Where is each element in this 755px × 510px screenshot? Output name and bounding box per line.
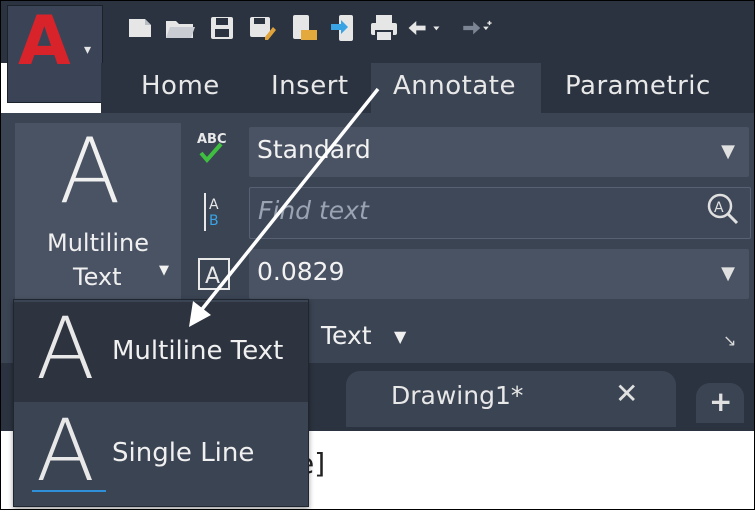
svg-text:A: A bbox=[714, 200, 724, 216]
multiline-text-button[interactable]: A Multiline Text ▼ bbox=[15, 123, 181, 299]
redo-icon[interactable] bbox=[459, 11, 493, 45]
single-line-text-icon: A bbox=[36, 401, 95, 501]
save-as-icon[interactable] bbox=[245, 11, 279, 45]
flyout-item-single-line[interactable]: A Single Line bbox=[14, 404, 308, 504]
new-icon[interactable] bbox=[123, 11, 157, 45]
undo-icon[interactable] bbox=[407, 11, 441, 45]
check-spelling-icon[interactable]: ABC bbox=[191, 125, 241, 175]
plot-icon[interactable] bbox=[367, 11, 401, 45]
drawing-tab-label[interactable]: Drawing1* bbox=[391, 381, 523, 410]
close-icon[interactable]: ✕ bbox=[615, 377, 638, 410]
export-icon[interactable] bbox=[327, 11, 361, 45]
flyout-item-label: Multiline Text bbox=[112, 336, 284, 366]
single-line-underline bbox=[32, 490, 106, 492]
autocad-window: A ▾ Home Insert Annotate Parametric A Mu… bbox=[0, 0, 755, 510]
svg-text:A: A bbox=[209, 197, 219, 213]
text-height-icon: A bbox=[191, 249, 241, 299]
svg-text:ABC: ABC bbox=[197, 132, 227, 147]
find-text-placeholder: Find text bbox=[258, 196, 369, 225]
text-style-value: Standard bbox=[257, 135, 371, 164]
multiline-text-dropdown[interactable]: Text ▼ bbox=[15, 263, 181, 303]
text-style-dropdown[interactable]: Standard ▼ bbox=[249, 127, 749, 177]
ribbon-tab-bar: Home Insert Annotate Parametric bbox=[101, 63, 754, 113]
chevron-down-icon: ▼ bbox=[159, 263, 169, 278]
chevron-down-icon: ▾ bbox=[84, 42, 92, 58]
tab-home[interactable]: Home bbox=[141, 71, 220, 101]
new-tab-button[interactable]: + bbox=[696, 383, 744, 423]
text-height-dropdown[interactable]: 0.0829 ▼ bbox=[249, 249, 749, 299]
text-ab-icon: A B bbox=[191, 187, 241, 237]
tab-annotate[interactable]: Annotate bbox=[393, 71, 516, 101]
multiline-text-icon: A bbox=[36, 299, 95, 399]
multiline-text-label-line2: Text bbox=[73, 263, 122, 291]
find-text-input[interactable]: Find text A bbox=[249, 187, 751, 239]
autocad-logo-icon: A bbox=[18, 2, 71, 81]
text-height-value: 0.0829 bbox=[257, 257, 345, 286]
find-search-icon[interactable]: A bbox=[706, 192, 740, 226]
svg-text:B: B bbox=[209, 213, 219, 229]
text-panel-title[interactable]: Text bbox=[321, 321, 372, 350]
chevron-down-icon: ▼ bbox=[721, 263, 735, 284]
title-bar: A ▾ bbox=[1, 1, 754, 103]
flyout-item-label: Single Line bbox=[112, 438, 255, 468]
text-type-flyout: A Multiline Text A Single Line bbox=[13, 299, 309, 507]
multiline-text-icon: A bbox=[59, 119, 121, 224]
tab-insert[interactable]: Insert bbox=[271, 71, 349, 101]
open-web-icon[interactable] bbox=[287, 11, 321, 45]
plus-icon: + bbox=[709, 385, 733, 418]
tab-parametric[interactable]: Parametric bbox=[565, 71, 711, 101]
open-icon[interactable] bbox=[163, 11, 197, 45]
flyout-item-multiline-text[interactable]: A Multiline Text bbox=[14, 302, 308, 402]
dialog-launcher-icon[interactable]: ↘ bbox=[723, 331, 736, 350]
application-menu-button[interactable]: A ▾ bbox=[7, 5, 103, 103]
multiline-text-label: Multiline bbox=[47, 229, 149, 257]
svg-text:A: A bbox=[205, 264, 220, 289]
chevron-down-icon[interactable]: ▼ bbox=[394, 327, 406, 346]
chevron-down-icon: ▼ bbox=[721, 141, 735, 162]
save-icon[interactable] bbox=[205, 11, 239, 45]
